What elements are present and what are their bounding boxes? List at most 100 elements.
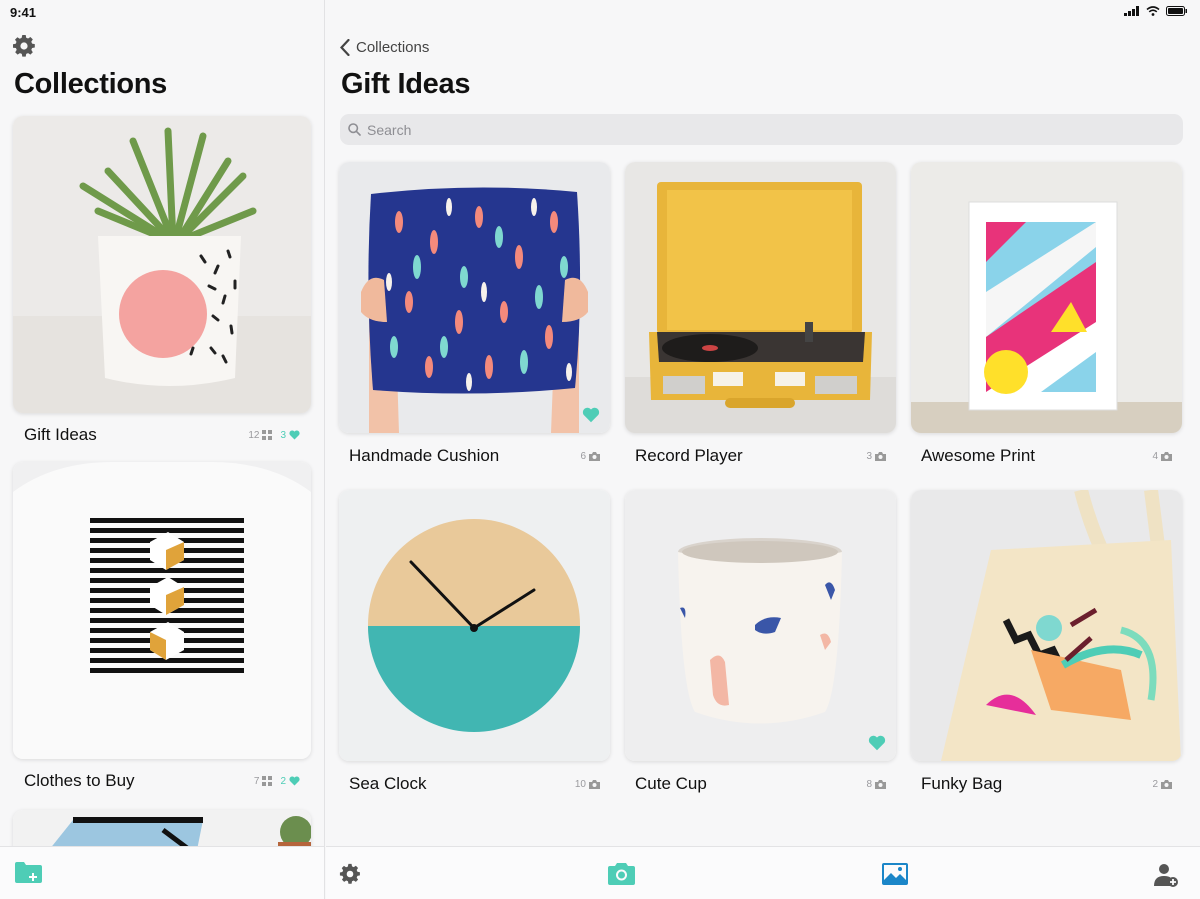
photo-count-value: 4 (1152, 450, 1158, 462)
favorite-count: 3 (280, 430, 300, 441)
settings-button[interactable] (12, 34, 36, 63)
plant-pot-image (13, 116, 311, 413)
item-count-value: 7 (253, 775, 260, 787)
search-bar[interactable] (340, 114, 1183, 145)
item-name: Record Player (635, 446, 743, 465)
status-bar: 9:41 (0, 0, 1200, 24)
camera-small-icon (589, 451, 600, 461)
item-card-funky-bag[interactable]: Funky Bag 2 (911, 490, 1182, 794)
collection-meta: Clothes to Buy 7 2 (13, 771, 311, 791)
grid-icon (262, 430, 273, 440)
item-name: Funky Bag (921, 774, 1003, 793)
item-thumbnail[interactable] (625, 162, 896, 433)
item-meta: Handmade Cushion 6 (339, 446, 610, 466)
item-count: 12 (248, 429, 273, 441)
back-button[interactable]: Collections (340, 39, 429, 56)
collection-meta: Gift Ideas 12 3 (13, 425, 311, 445)
page-title: Gift Ideas (341, 68, 471, 100)
item-meta: Sea Clock 10 (339, 774, 610, 794)
item-card-handmade-cushion[interactable]: Handmade Cushion 6 (339, 162, 610, 466)
image-icon (882, 863, 908, 885)
photo-count-value: 8 (866, 778, 872, 790)
collection-thumbnail[interactable] (13, 462, 311, 759)
sidebar-title: Collections (14, 68, 167, 100)
gallery-tab[interactable] (882, 863, 908, 890)
cushion-image (339, 162, 610, 433)
settings-tab[interactable] (339, 863, 361, 890)
favorite-count: 2 (280, 776, 300, 787)
item-card-record-player[interactable]: Record Player 3 (625, 162, 896, 466)
photo-count-value: 2 (1152, 778, 1158, 790)
item-meta: Funky Bag 2 (911, 774, 1182, 794)
photo-count: 2 (1152, 779, 1172, 790)
item-name: Awesome Print (921, 446, 1036, 465)
favorite-count-value: 2 (280, 775, 286, 787)
print-image (911, 162, 1182, 433)
item-thumbnail[interactable] (911, 162, 1182, 433)
item-count-value: 12 (248, 429, 260, 441)
heart-icon (289, 430, 300, 440)
photo-count: 6 (580, 451, 600, 462)
collection-card-clothes-to-buy[interactable]: Clothes to Buy 7 2 (13, 462, 311, 791)
photo-count-value: 3 (866, 450, 872, 462)
heart-icon (289, 776, 300, 786)
person-plus-icon (1154, 864, 1178, 887)
photo-count: 3 (866, 451, 886, 462)
gear-icon (13, 35, 35, 57)
sidebar-toolbar (0, 846, 324, 899)
sweatshirt-image (13, 462, 311, 759)
new-collection-button[interactable] (15, 861, 42, 888)
cup-image (625, 490, 896, 761)
collection-counts: 12 3 (248, 430, 300, 441)
camera-small-icon (589, 779, 600, 789)
photo-count: 10 (575, 779, 600, 790)
clock-image (339, 490, 610, 761)
item-card-cute-cup[interactable]: Cute Cup 8 (625, 490, 896, 794)
wifi-icon (1146, 6, 1160, 16)
photo-count: 4 (1152, 451, 1172, 462)
tote-bag-image (911, 490, 1182, 761)
battery-icon (1166, 6, 1187, 16)
add-user-tab[interactable] (1154, 863, 1178, 892)
camera-tab[interactable] (608, 863, 635, 890)
collection-card-gift-ideas[interactable]: Gift Ideas 12 3 (13, 116, 311, 445)
item-thumbnail[interactable] (339, 490, 610, 761)
chevron-left-icon (340, 39, 350, 56)
status-time: 9:41 (10, 5, 37, 20)
collection-thumbnail[interactable] (13, 116, 311, 413)
favorite-heart-icon[interactable] (868, 735, 886, 751)
item-count: 7 (254, 776, 273, 787)
item-meta: Awesome Print 4 (911, 446, 1182, 466)
item-thumbnail[interactable] (625, 490, 896, 761)
bottom-toolbar (326, 846, 1200, 899)
camera-small-icon (1161, 779, 1172, 789)
photo-count-value: 6 (580, 450, 586, 462)
item-thumbnail[interactable] (911, 490, 1182, 761)
record-player-image (625, 162, 896, 433)
item-name: Handmade Cushion (349, 446, 500, 465)
camera-small-icon (875, 779, 886, 789)
item-name: Sea Clock (349, 774, 427, 793)
photo-count: 8 (866, 779, 886, 790)
collection-name: Gift Ideas (24, 425, 97, 444)
item-thumbnail[interactable] (339, 162, 610, 433)
back-label: Collections (356, 39, 430, 56)
collection-counts: 7 2 (254, 776, 300, 787)
grid-icon (262, 776, 273, 786)
gear-icon (339, 863, 360, 884)
item-card-sea-clock[interactable]: Sea Clock 10 (339, 490, 610, 794)
item-card-awesome-print[interactable]: Awesome Print 4 (911, 162, 1182, 466)
camera-icon (608, 863, 635, 885)
favorite-count-value: 3 (280, 429, 286, 441)
photo-count-value: 10 (574, 778, 586, 790)
item-name: Cute Cup (635, 774, 707, 793)
favorite-heart-icon[interactable] (582, 407, 600, 423)
signal-icon (1124, 6, 1139, 16)
camera-small-icon (875, 451, 886, 461)
search-input[interactable] (367, 121, 1147, 138)
status-indicators (1124, 6, 1188, 16)
collection-name: Clothes to Buy (24, 771, 135, 790)
item-meta: Record Player 3 (625, 446, 896, 466)
collections-sidebar: Collections Gift Ideas 12 3 Clothes to B… (0, 0, 325, 899)
search-icon (348, 123, 361, 136)
